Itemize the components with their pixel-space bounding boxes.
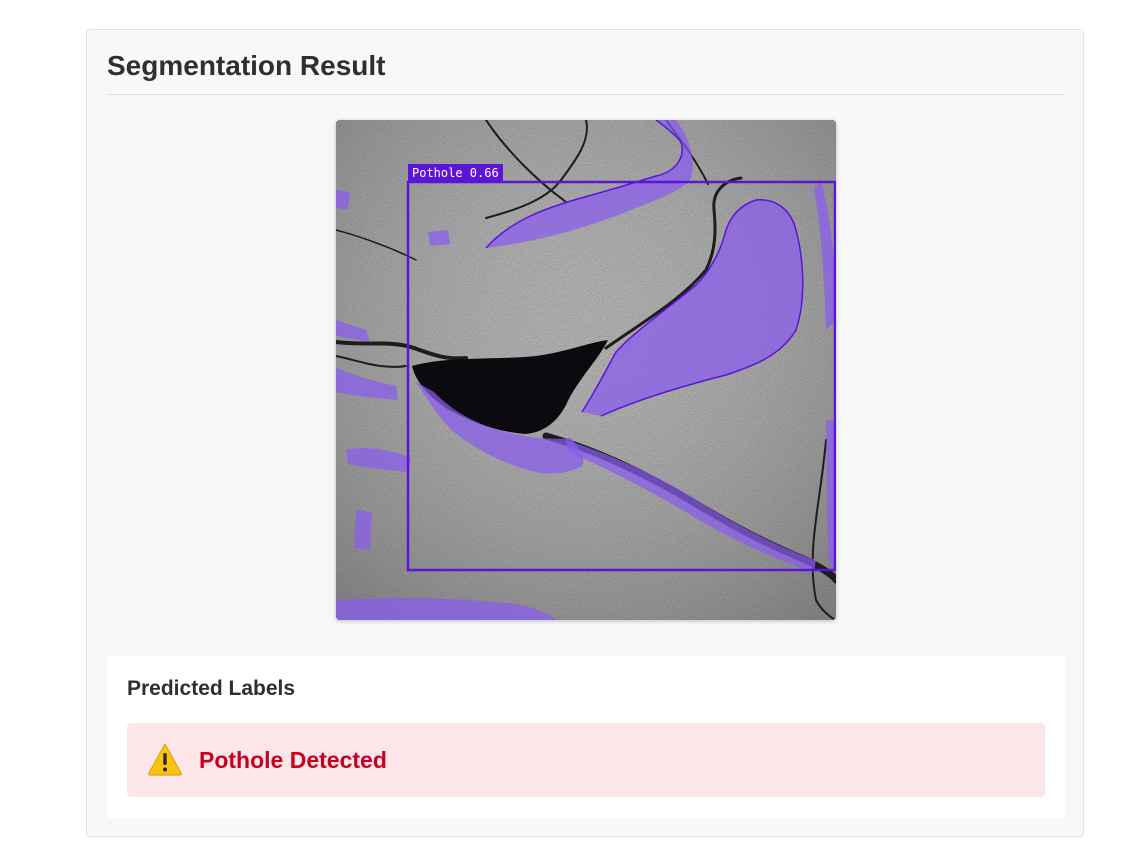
title-divider	[107, 94, 1063, 95]
card-title: Segmentation Result	[107, 50, 386, 81]
segmentation-result-card: Segmentation Result Pothole 0.66 Predict…	[86, 29, 1084, 837]
segmentation-image-graphic	[336, 120, 836, 620]
predicted-labels-panel: Predicted Labels Pothole Detected	[107, 656, 1065, 818]
pothole-alert: Pothole Detected	[127, 723, 1045, 797]
warning-icon	[148, 743, 182, 776]
predicted-labels-title: Predicted Labels	[127, 677, 296, 700]
detection-label: Pothole 0.66	[408, 164, 503, 182]
alert-text: Pothole Detected	[199, 747, 387, 773]
segmentation-image: Pothole 0.66	[336, 120, 836, 620]
